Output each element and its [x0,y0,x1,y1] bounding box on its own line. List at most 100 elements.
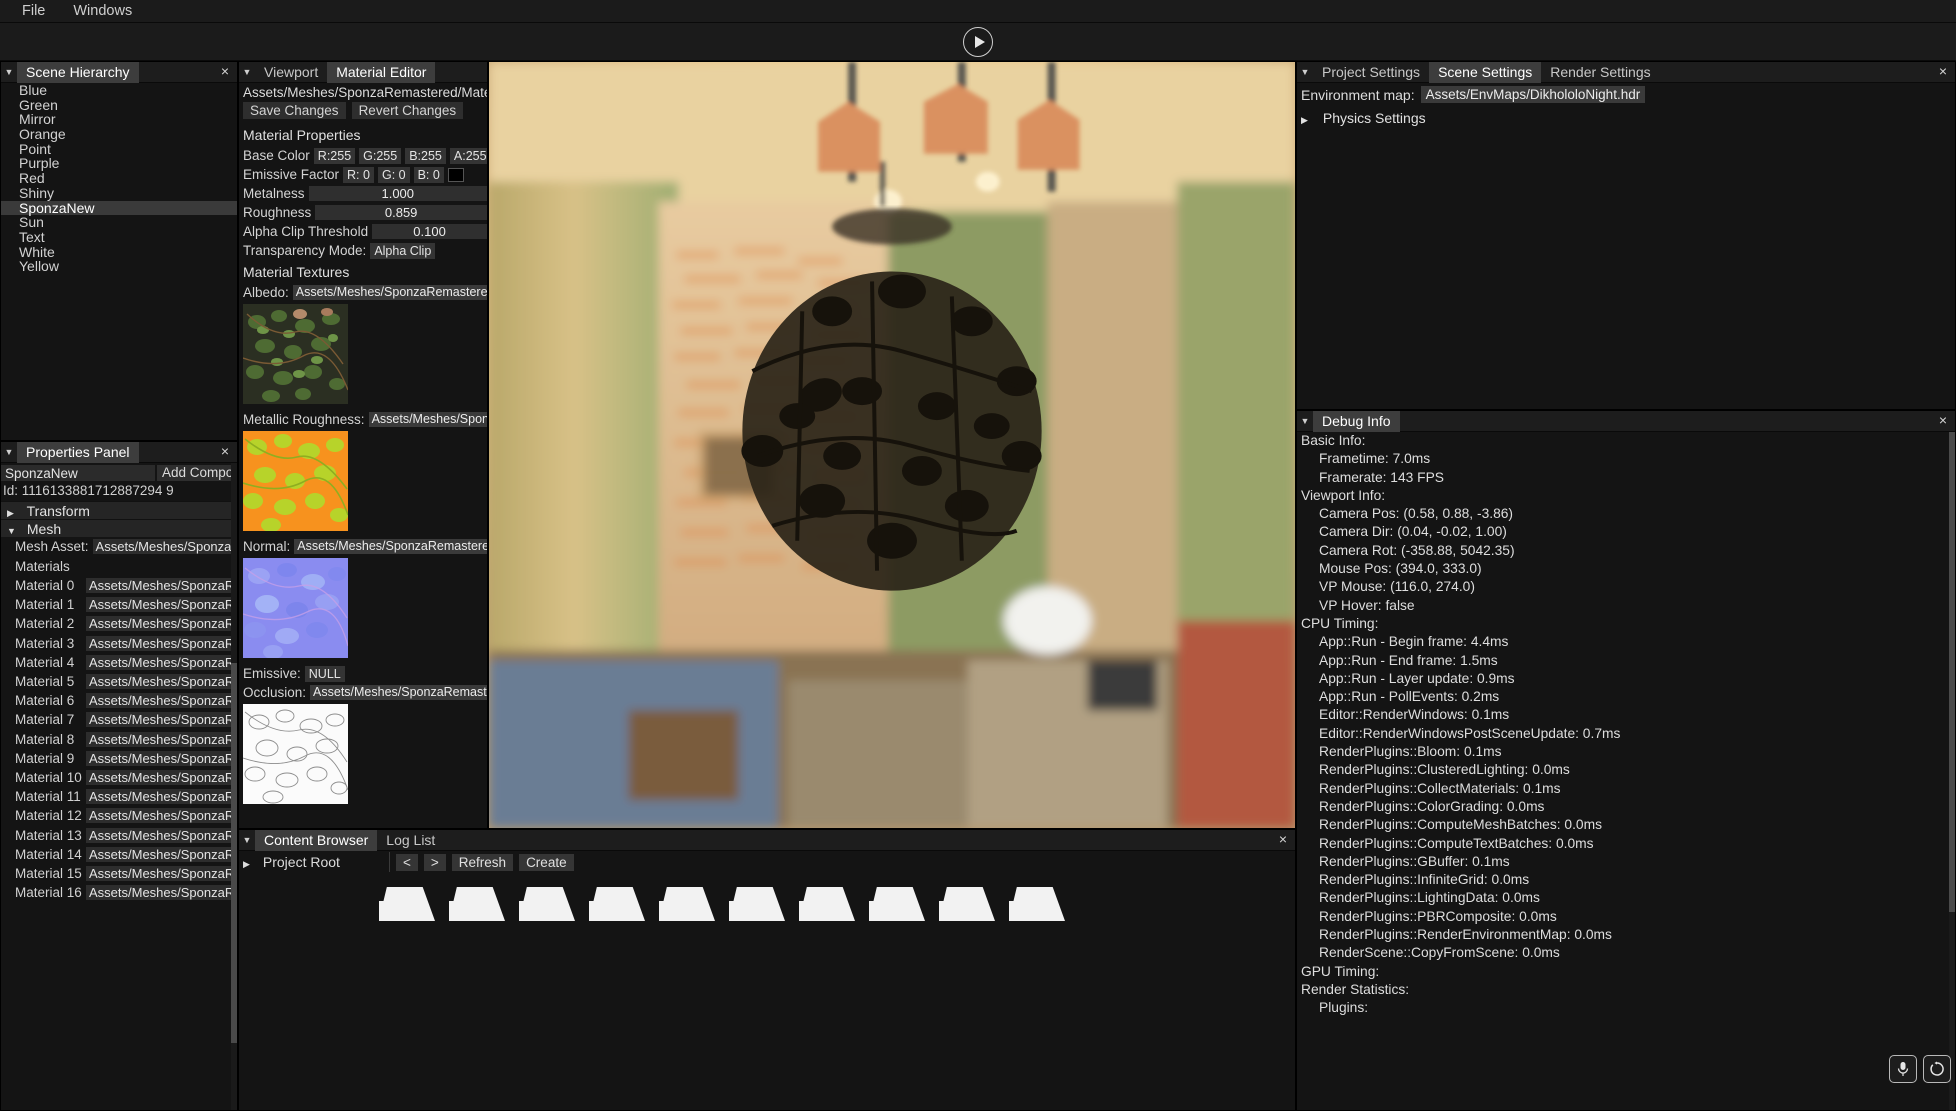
chevron-down-icon[interactable]: ▼ [1297,67,1313,77]
content-folder-item[interactable] [1009,877,1065,921]
save-changes-button[interactable]: Save Changes [243,102,346,119]
content-folder-item[interactable] [519,877,575,921]
material-slot-field[interactable]: Assets/Meshes/SponzaRemastered [86,655,237,670]
tab-viewport[interactable]: Viewport [255,62,327,83]
back-button[interactable]: < [396,854,418,871]
tab-scene-hierarchy[interactable]: Scene Hierarchy [17,62,139,83]
physics-settings-header[interactable]: ▶ Physics Settings [1297,106,1955,130]
properties-scrollbar[interactable] [231,463,237,1110]
hierarchy-item[interactable]: SponzaNew [1,201,237,216]
material-slot-field[interactable]: Assets/Meshes/SponzaRemastered [86,847,237,862]
material-slot-field[interactable]: Assets/Meshes/SponzaRemastered [86,597,237,612]
viewport-render[interactable] [489,62,1295,828]
hierarchy-item[interactable]: Blue [1,83,237,98]
albedo-texture-preview[interactable] [243,304,348,404]
hierarchy-item[interactable]: Red [1,171,237,186]
close-icon[interactable]: × [1276,833,1290,847]
metallic-roughness-path-field[interactable]: Assets/Meshes/SponzaRemaster [369,412,487,427]
material-slot-field[interactable]: Assets/Meshes/SponzaRemastered [86,693,237,708]
hierarchy-item[interactable]: Text [1,230,237,245]
mesh-asset-field[interactable]: Assets/Meshes/SponzaRemaster [93,539,237,554]
menu-item-file[interactable]: File [10,1,57,21]
material-slot-field[interactable]: Assets/Meshes/SponzaRemastered [86,674,237,689]
material-slot-field[interactable]: Assets/Meshes/SponzaRemastered [86,578,237,593]
material-slot-field[interactable]: Assets/Meshes/SponzaRemastered [86,866,237,881]
content-folder-item[interactable] [449,877,505,921]
tab-log-list[interactable]: Log List [377,830,444,851]
emissive-texture-field[interactable]: NULL [305,666,345,682]
hierarchy-item[interactable]: Purple [1,156,237,171]
occlusion-texture-preview[interactable] [243,704,348,804]
hierarchy-item[interactable]: Orange [1,127,237,142]
transform-section-header[interactable]: ▶ Transform [1,501,237,519]
chevron-down-icon[interactable]: ▼ [1,67,17,77]
transparency-mode-dropdown[interactable]: Alpha Clip [370,243,435,259]
occlusion-path-field[interactable]: Assets/Meshes/SponzaRemastered/Textu [310,685,487,700]
hierarchy-item[interactable]: Green [1,98,237,113]
tab-properties-panel[interactable]: Properties Panel [17,442,139,463]
close-icon[interactable]: × [218,445,232,459]
content-folder-item[interactable] [799,877,855,921]
base-color-r[interactable]: R:255 [314,148,355,164]
normal-path-field[interactable]: Assets/Meshes/SponzaRemastered/Textures [294,539,487,554]
microphone-button[interactable] [1889,1055,1917,1083]
tab-render-settings[interactable]: Render Settings [1541,62,1659,83]
material-slot-field[interactable]: Assets/Meshes/SponzaRemastered [86,636,237,651]
material-slot-field[interactable]: Assets/Meshes/SponzaRemastered [86,712,237,727]
chevron-down-icon[interactable]: ▼ [239,67,255,77]
refresh-button[interactable] [1923,1055,1951,1083]
close-icon[interactable]: × [218,65,232,79]
albedo-path-field[interactable]: Assets/Meshes/SponzaRemastered/Textures [293,285,487,300]
metalness-slider[interactable]: 1.000 [309,186,487,201]
base-color-a[interactable]: A:255 [450,148,487,164]
metallic-roughness-texture-preview[interactable] [243,431,348,531]
material-slot-field[interactable]: Assets/Meshes/SponzaRemastere [86,808,237,823]
normal-texture-preview[interactable] [243,558,348,658]
hierarchy-item[interactable]: Mirror [1,112,237,127]
hierarchy-item[interactable]: Yellow [1,259,237,274]
debug-info-scrollbar-thumb[interactable] [1949,432,1955,912]
material-slot-field[interactable]: Assets/Meshes/SponzaRemastered [86,616,237,631]
content-folder-item[interactable] [729,877,785,921]
hierarchy-item[interactable]: Sun [1,215,237,230]
content-folder-item[interactable] [869,877,925,921]
material-slot-field[interactable]: Assets/Meshes/SponzaRemastered [86,828,237,843]
material-slot-field[interactable]: Assets/Meshes/SponzaRemastere [86,770,237,785]
emissive-g[interactable]: G: 0 [378,167,410,183]
chevron-down-icon[interactable]: ▼ [1,447,17,457]
base-color-g[interactable]: G:255 [359,148,401,164]
forward-button[interactable]: > [424,854,446,871]
alpha-clip-threshold-slider[interactable]: 0.100 [372,224,487,239]
content-folder-item[interactable] [659,877,715,921]
emissive-r[interactable]: R: 0 [343,167,374,183]
material-slot-field[interactable]: Assets/Meshes/SponzaRemastered [86,751,237,766]
content-folder-item[interactable] [379,877,435,921]
tab-content-browser[interactable]: Content Browser [255,830,377,851]
material-slot-field[interactable]: Assets/Meshes/SponzaRemastere [86,789,237,804]
create-button[interactable]: Create [519,854,574,871]
tab-scene-settings[interactable]: Scene Settings [1429,62,1541,83]
tab-material-editor[interactable]: Material Editor [327,62,435,83]
hierarchy-item[interactable]: Point [1,142,237,157]
close-icon[interactable]: × [1936,65,1950,79]
debug-info-scrollbar[interactable] [1949,432,1955,1110]
roughness-slider[interactable]: 0.859 [315,205,487,220]
revert-changes-button[interactable]: Revert Changes [352,102,464,119]
material-slot-field[interactable]: Assets/Meshes/SponzaRemastered [86,885,237,900]
chevron-down-icon[interactable]: ▼ [239,835,255,845]
menu-item-windows[interactable]: Windows [61,1,144,21]
content-folder-item[interactable] [589,877,645,921]
play-button[interactable] [963,27,993,57]
emissive-b[interactable]: B: 0 [414,167,444,183]
project-root-item[interactable]: ▶ Project Root [243,854,383,870]
base-color-b[interactable]: B:255 [405,148,446,164]
tab-debug-info[interactable]: Debug Info [1313,411,1400,432]
refresh-button[interactable]: Refresh [452,854,513,871]
hierarchy-item[interactable]: White [1,245,237,260]
hierarchy-item[interactable]: Shiny [1,186,237,201]
content-folder-item[interactable] [939,877,995,921]
entity-name-input[interactable] [1,465,155,481]
emissive-color-swatch[interactable] [448,168,464,182]
tab-project-settings[interactable]: Project Settings [1313,62,1429,83]
mesh-section-header[interactable]: ▼ Mesh [1,519,237,537]
